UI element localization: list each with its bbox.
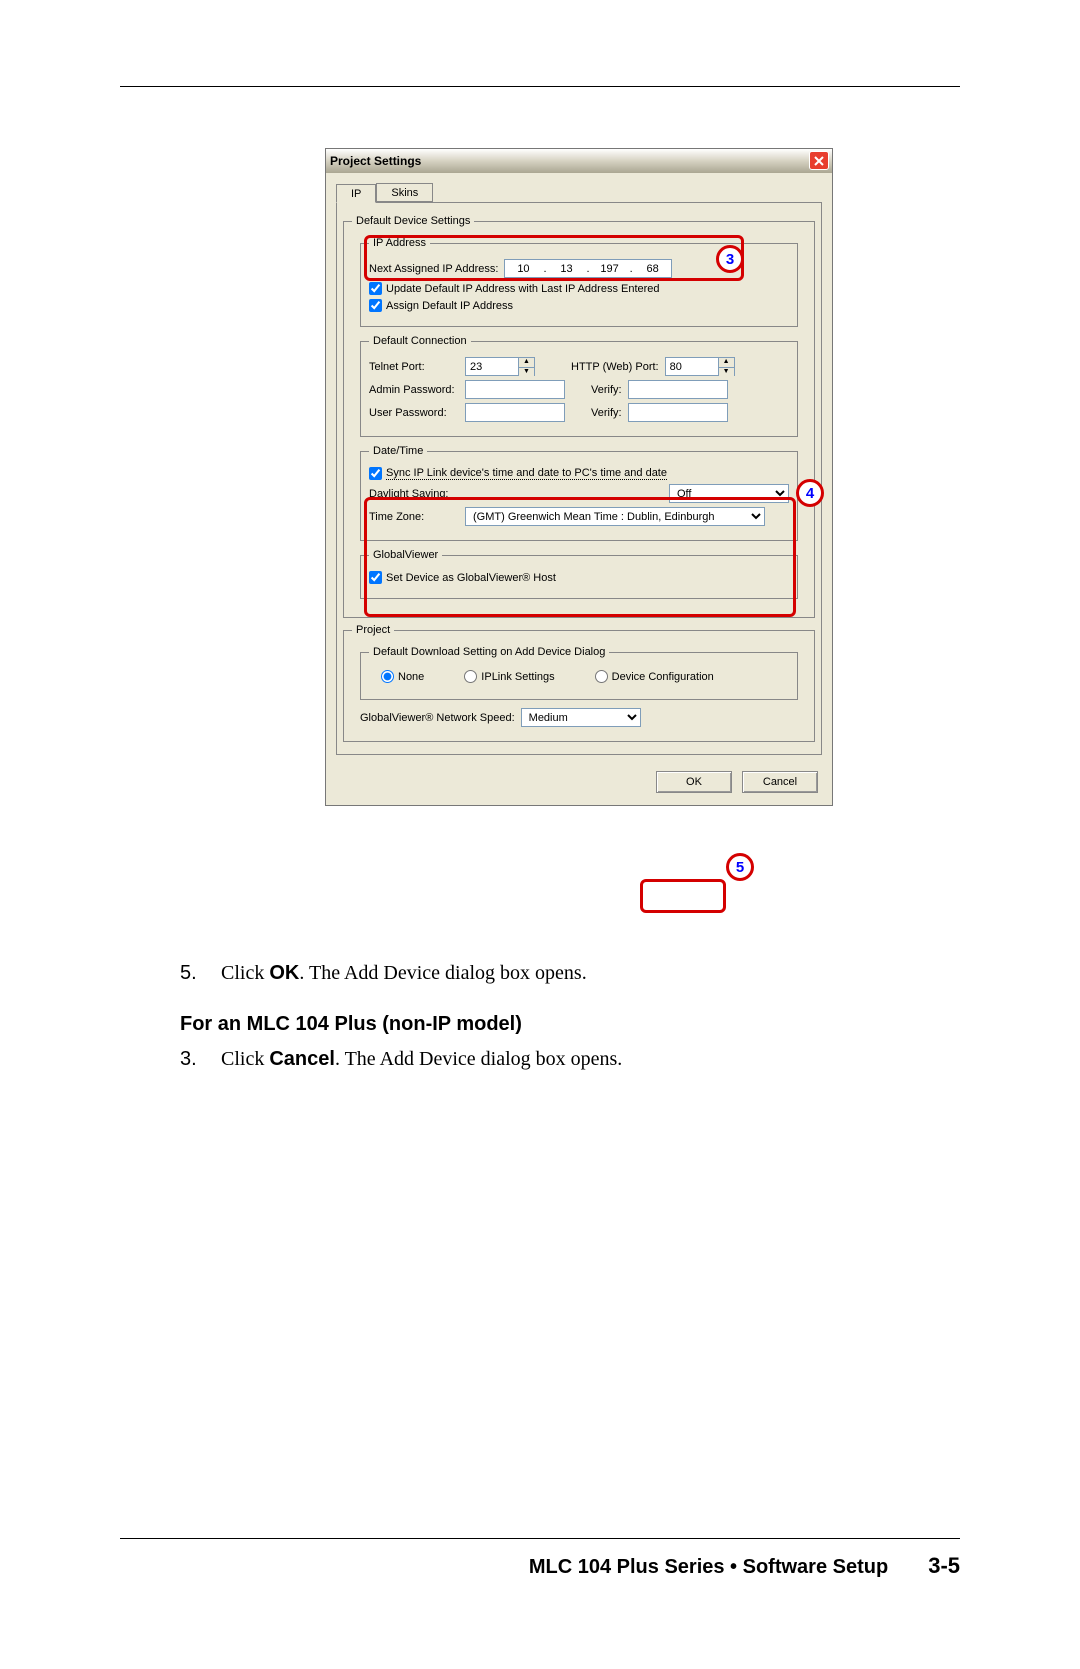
footer-page-num: 3-5 — [928, 1553, 960, 1579]
ip-octet-4[interactable]: 68 — [635, 263, 671, 275]
chk-update-default-box[interactable] — [369, 282, 382, 295]
legend-default-dl: Default Download Setting on Add Device D… — [369, 646, 609, 658]
select-timezone[interactable]: (GMT) Greenwich Mean Time : Dublin, Edin… — [465, 507, 765, 526]
ip-octet-3[interactable]: 197 — [592, 263, 628, 275]
chk-sync-time[interactable]: Sync IP Link device's time and date to P… — [369, 467, 789, 480]
top-rule — [120, 86, 960, 87]
instruction-text: 5. Click OK. The Add Device dialog box o… — [180, 956, 960, 1077]
select-gv-speed[interactable]: Medium — [521, 708, 641, 727]
ok-button[interactable]: OK — [656, 771, 732, 793]
input-admin-verify[interactable] — [628, 380, 728, 399]
legend-datetime: Date/Time — [369, 445, 427, 457]
http-value[interactable]: 80 — [666, 361, 718, 373]
row-gv-speed: GlobalViewer® Network Speed: Medium — [360, 708, 806, 727]
title-bar: Project Settings — [326, 149, 832, 173]
label-daylight: Daylight Saving: — [369, 488, 459, 500]
chk-update-default-label: Update Default IP Address with Last IP A… — [386, 283, 660, 295]
tab-ip[interactable]: IP — [336, 184, 376, 203]
group-datetime: Date/Time Sync IP Link device's time and… — [360, 445, 798, 541]
label-timezone: Time Zone: — [369, 511, 459, 523]
button-row: OK Cancel — [326, 765, 832, 805]
page-footer: MLC 104 Plus Series • Software Setup 3-5 — [529, 1553, 960, 1579]
cancel-button[interactable]: Cancel — [742, 771, 818, 793]
ip-octet-2[interactable]: 13 — [549, 263, 585, 275]
chk-gv-host-box[interactable] — [369, 571, 382, 584]
chk-sync-time-label: Sync IP Link device's time and date to P… — [386, 467, 667, 480]
callout-4: 4 — [796, 479, 824, 507]
label-admin-pass: Admin Password: — [369, 384, 459, 396]
label-gv-speed: GlobalViewer® Network Speed: — [360, 712, 515, 724]
chk-assign-default-box[interactable] — [369, 299, 382, 312]
project-settings-dialog: Project Settings IP Skins Default Device… — [325, 148, 833, 806]
row-timezone: Time Zone: (GMT) Greenwich Mean Time : D… — [369, 507, 789, 526]
chk-sync-time-box[interactable] — [369, 467, 382, 480]
radio-row: None IPLink Settings Device Configuratio… — [369, 664, 789, 689]
row-user-pass: User Password: Verify: — [369, 403, 789, 422]
row-ports: Telnet Port: 23 ▲▼ HTTP (Web) Port: 80 ▲… — [369, 357, 789, 376]
step-3: 3. Click Cancel. The Add Device dialog b… — [180, 1046, 960, 1073]
group-default-dl: Default Download Setting on Add Device D… — [360, 646, 798, 700]
tab-panel: Default Device Settings IP Address Next … — [336, 202, 822, 755]
ip-octet-1[interactable]: 10 — [505, 263, 541, 275]
label-telnet: Telnet Port: — [369, 361, 459, 373]
legend-project: Project — [352, 624, 394, 636]
select-daylight[interactable]: Off — [669, 484, 789, 503]
window-title: Project Settings — [330, 154, 421, 168]
callout-5: 5 — [726, 853, 754, 881]
row-admin-pass: Admin Password: Verify: — [369, 380, 789, 399]
chk-gv-host-label: Set Device as GlobalViewer® Host — [386, 572, 556, 584]
row-daylight: Daylight Saving: Off — [369, 484, 789, 503]
input-user-pass[interactable] — [465, 403, 565, 422]
section-heading: For an MLC 104 Plus (non-IP model) — [180, 1011, 960, 1038]
label-http: HTTP (Web) Port: — [571, 361, 659, 373]
callout-3: 3 — [716, 245, 744, 273]
radio-devconf[interactable]: Device Configuration — [595, 670, 714, 683]
chk-assign-default[interactable]: Assign Default IP Address — [369, 299, 789, 312]
step-5: 5. Click OK. The Add Device dialog box o… — [180, 960, 960, 987]
footer-rule — [120, 1538, 960, 1539]
label-user-verify: Verify: — [591, 407, 622, 419]
chk-assign-default-label: Assign Default IP Address — [386, 300, 513, 312]
input-admin-pass[interactable] — [465, 380, 565, 399]
legend-default-device: Default Device Settings — [352, 215, 474, 227]
group-default-device: Default Device Settings IP Address Next … — [343, 215, 815, 618]
close-icon[interactable] — [809, 151, 829, 170]
legend-default-conn: Default Connection — [369, 335, 471, 347]
http-spinner[interactable]: 80 ▲▼ — [665, 357, 735, 376]
tab-strip: IP Skins — [326, 173, 832, 202]
ip-input[interactable]: 10. 13. 197. 68 — [504, 259, 671, 278]
tab-skins[interactable]: Skins — [376, 183, 433, 202]
input-user-verify[interactable] — [628, 403, 728, 422]
group-project: Project Default Download Setting on Add … — [343, 624, 815, 742]
radio-iplink[interactable]: IPLink Settings — [464, 670, 554, 683]
label-next-assigned: Next Assigned IP Address: — [369, 263, 498, 275]
legend-globalviewer: GlobalViewer — [369, 549, 442, 561]
radio-none[interactable]: None — [381, 670, 424, 683]
legend-ip-address: IP Address — [369, 237, 430, 249]
footer-title: MLC 104 Plus Series • Software Setup — [529, 1556, 888, 1579]
group-globalviewer: GlobalViewer Set Device as GlobalViewer®… — [360, 549, 798, 599]
telnet-value[interactable]: 23 — [466, 361, 518, 373]
telnet-spinner[interactable]: 23 ▲▼ — [465, 357, 535, 376]
label-admin-verify: Verify: — [591, 384, 622, 396]
chk-gv-host[interactable]: Set Device as GlobalViewer® Host — [369, 571, 789, 584]
label-user-pass: User Password: — [369, 407, 459, 419]
highlight-box-5 — [640, 879, 726, 913]
chk-update-default[interactable]: Update Default IP Address with Last IP A… — [369, 282, 789, 295]
group-default-conn: Default Connection Telnet Port: 23 ▲▼ HT… — [360, 335, 798, 437]
